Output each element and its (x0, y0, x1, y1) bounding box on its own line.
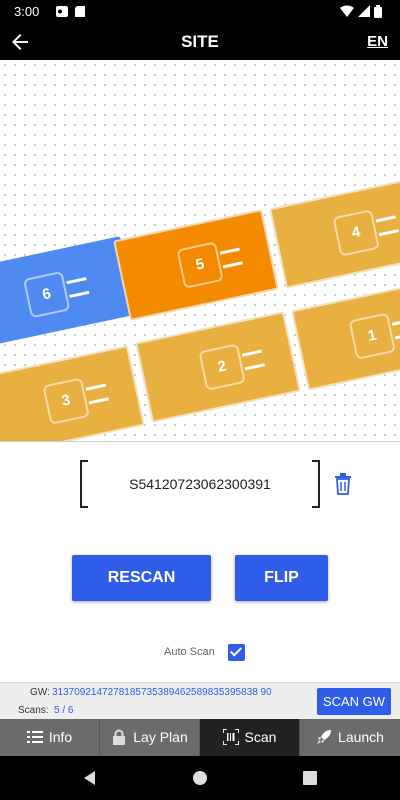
gw-label: GW: (30, 687, 50, 698)
system-nav-bar (0, 756, 400, 800)
back-triangle-icon[interactable] (80, 768, 100, 788)
status-time: 3:00 (14, 4, 40, 19)
wifi-icon (340, 5, 354, 18)
panel-1[interactable]: 1 (291, 279, 400, 391)
tab-launch[interactable]: Launch (300, 719, 400, 756)
page-title: SITE (181, 32, 219, 51)
list-icon (26, 731, 43, 744)
barcode-scan-icon (222, 729, 239, 746)
trash-icon[interactable] (334, 473, 352, 495)
layout-canvas[interactable]: 6 5 4 3 2 1 (0, 60, 400, 442)
lock-icon (113, 729, 126, 746)
bottom-tabs: Info Lay Plan Scan Launch (0, 719, 400, 756)
gateway-panel: GW: 313709214727818573538946258983539583… (0, 682, 400, 719)
scans-count: 5 / 6 (54, 705, 74, 716)
battery-icon (374, 5, 382, 18)
sd-card-icon (75, 6, 85, 17)
panel-3[interactable]: 3 (0, 345, 145, 441)
tab-label: Scan (244, 729, 277, 745)
panel-5[interactable]: 5 (113, 209, 279, 321)
status-bar: 3:00 (0, 0, 400, 24)
tab-label: Lay Plan (133, 729, 188, 745)
rocket-icon (317, 730, 332, 745)
gw-value: 3137092147278185735389462589835395838 90 (52, 687, 272, 698)
auto-scan-checkbox[interactable] (228, 644, 245, 661)
home-circle-icon[interactable] (190, 768, 210, 788)
tab-info[interactable]: Info (0, 719, 100, 756)
language-toggle[interactable]: EN (367, 33, 388, 50)
flip-button[interactable]: FLIP (235, 555, 328, 601)
check-icon (229, 644, 243, 657)
tab-label: Launch (338, 729, 384, 745)
scans-label: Scans: (18, 705, 49, 716)
scan-value-box: S54120723062300391 (80, 460, 320, 508)
tab-lay-plan[interactable]: Lay Plan (100, 719, 200, 756)
panel-2[interactable]: 2 (135, 311, 301, 423)
recents-square-icon[interactable] (300, 768, 320, 788)
scanned-serial: S54120723062300391 (129, 476, 271, 492)
auto-scan-label: Auto Scan (164, 646, 215, 658)
rescan-button[interactable]: RESCAN (72, 555, 211, 601)
notification-icon (56, 6, 68, 17)
scan-gw-button[interactable]: SCAN GW (317, 688, 391, 715)
tab-label: Info (48, 729, 73, 745)
tab-scan[interactable]: Scan (200, 719, 300, 756)
app-bar: SITE EN (0, 24, 400, 60)
signal-icon (358, 5, 370, 17)
panel-4[interactable]: 4 (269, 177, 400, 289)
